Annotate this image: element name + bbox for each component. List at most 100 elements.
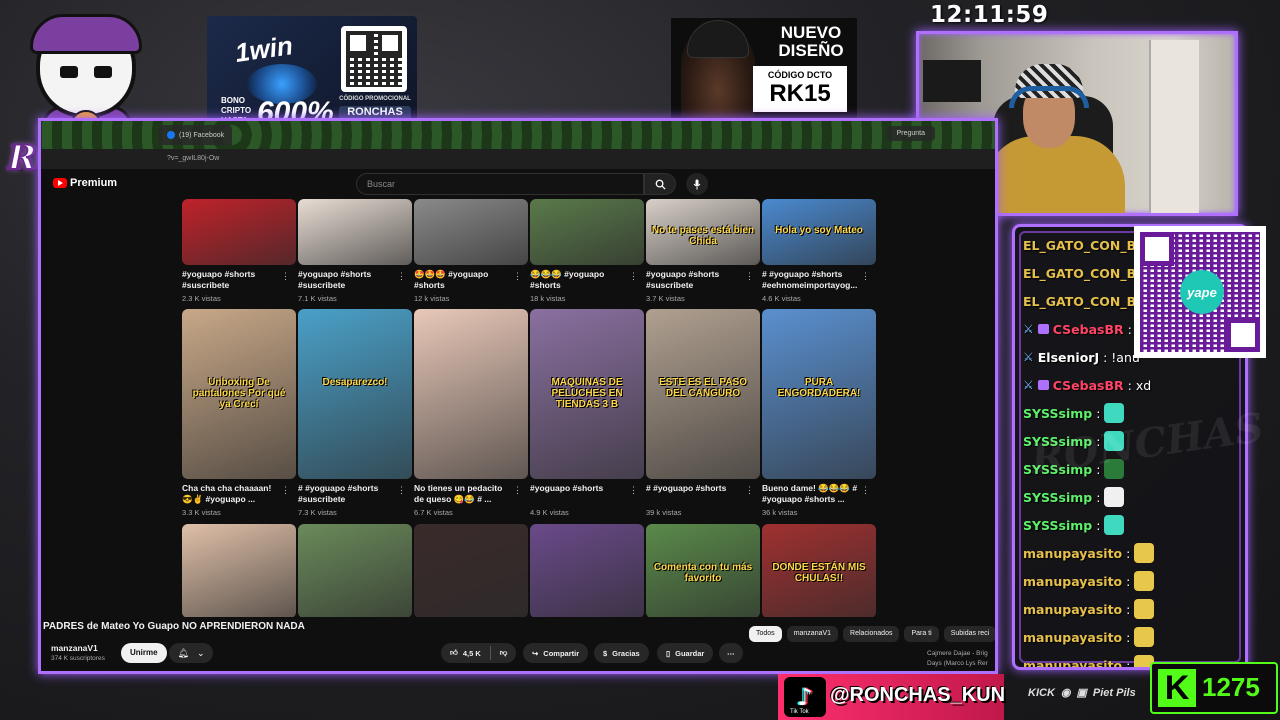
- like-button[interactable]: 👍︎ 4,5 K 👎︎: [441, 643, 517, 663]
- thumbnail-overlay-text: PURA ENGORDADERA!: [777, 377, 861, 399]
- more-options-icon[interactable]: ⋮: [281, 271, 290, 282]
- social-other-text: Piet Pils: [1092, 686, 1136, 699]
- more-options-icon[interactable]: ⋮: [629, 271, 638, 282]
- filter-chip[interactable]: Todos: [749, 626, 782, 642]
- more-options-icon[interactable]: ⋮: [397, 485, 406, 496]
- short-card[interactable]: [298, 524, 412, 617]
- short-title[interactable]: # #yoguapo #shorts #eehnomeimportayog...: [762, 269, 862, 291]
- chat-username[interactable]: CSebasBR: [1053, 378, 1124, 393]
- mic-icon: [693, 179, 701, 189]
- filter-chip[interactable]: manzanaV1: [786, 626, 839, 642]
- short-card[interactable]: No te pases está bien Chida #yoguapo #sho…: [646, 199, 760, 303]
- logo-cap: [30, 14, 142, 54]
- short-card[interactable]: Unboxing De pantalones Por qué ya Crecí C…: [182, 309, 296, 517]
- chat-username[interactable]: manupayasito: [1023, 658, 1122, 668]
- chat-username[interactable]: manupayasito: [1023, 602, 1122, 617]
- short-card[interactable]: Hola yo soy Mateo # #yoguapo #shorts #eeh…: [762, 199, 876, 303]
- short-title[interactable]: # #yoguapo #shorts #suscribete: [298, 483, 398, 505]
- short-thumbnail[interactable]: Hola yo soy Mateo: [762, 199, 876, 265]
- short-thumbnail[interactable]: Unboxing De pantalones Por qué ya Crecí: [182, 309, 296, 479]
- more-options-icon[interactable]: ⋮: [397, 271, 406, 282]
- short-thumbnail[interactable]: ESTE ES EL PASO DEL CANGURO: [646, 309, 760, 479]
- search-input[interactable]: Buscar: [356, 173, 644, 195]
- short-title[interactable]: # #yoguapo #shorts: [646, 483, 746, 505]
- short-card[interactable]: [182, 524, 296, 617]
- address-bar[interactable]: ?v=_gwIL80j-Ow: [41, 149, 995, 169]
- short-title[interactable]: Bueno dame! 😂😂😂 # #yoguapo #shorts ...: [762, 483, 862, 505]
- more-options-icon[interactable]: ⋮: [513, 485, 522, 496]
- chat-username[interactable]: SYSSsimp: [1023, 406, 1092, 421]
- thanks-button[interactable]: $ Gracias: [594, 643, 649, 663]
- short-thumbnail[interactable]: PURA ENGORDADERA!: [762, 309, 876, 479]
- short-card[interactable]: DONDE ESTÁN MIS CHULAS!!: [762, 524, 876, 617]
- short-card[interactable]: 🤩🤩🤩 #yoguapo #shorts ⋮ 12 k vistas: [414, 199, 528, 303]
- browser-tab-facebook[interactable]: (19) Facebook: [159, 125, 233, 145]
- share-button[interactable]: ↪ Compartir: [523, 643, 589, 663]
- chat-username[interactable]: EL_GATO_CON_BO: [1023, 266, 1147, 281]
- youtube-logo[interactable]: Premium: [53, 177, 117, 189]
- short-card[interactable]: No tienes un pedacito de queso 😋😂 # ... ⋮…: [414, 309, 528, 517]
- short-thumbnail[interactable]: [414, 524, 528, 617]
- chat-username[interactable]: EL_GATO_CON_BO: [1023, 238, 1147, 253]
- short-thumbnail[interactable]: No te pases está bien Chida: [646, 199, 760, 265]
- short-card[interactable]: Comenta con tu más favorito: [646, 524, 760, 617]
- chat-username[interactable]: manupayasito: [1023, 630, 1122, 645]
- search-button[interactable]: [644, 173, 676, 195]
- more-options-icon[interactable]: ⋮: [861, 271, 870, 282]
- more-button[interactable]: ⋯: [719, 643, 743, 663]
- channel-name[interactable]: manzanaV1: [51, 643, 98, 653]
- short-card[interactable]: #yoguapo #shorts #suscribete ⋮ 7.1 K vista…: [298, 199, 412, 303]
- chat-username[interactable]: manupayasito: [1023, 546, 1122, 561]
- short-thumbnail[interactable]: DONDE ESTÁN MIS CHULAS!!: [762, 524, 876, 617]
- filter-chip[interactable]: Relacionados: [843, 626, 900, 642]
- chat-username[interactable]: SYSSsimp: [1023, 518, 1092, 533]
- short-title[interactable]: 🤩🤩🤩 #yoguapo #shorts: [414, 269, 514, 291]
- thumbnail-overlay-text: Desaparezco!: [322, 377, 388, 388]
- short-title[interactable]: Cha cha cha chaaaan! 😎✌️ #yoguapo ...: [182, 483, 282, 505]
- short-thumbnail[interactable]: [182, 199, 296, 265]
- short-title[interactable]: #yoguapo #shorts #suscribete: [182, 269, 282, 291]
- more-options-icon[interactable]: ⋮: [745, 271, 754, 282]
- filter-chip[interactable]: Para ti: [904, 626, 939, 642]
- voice-search-button[interactable]: [686, 173, 708, 195]
- short-thumbnail[interactable]: [414, 309, 528, 479]
- short-card[interactable]: Desaparezco! # #yoguapo #shorts #suscribe…: [298, 309, 412, 517]
- chat-username[interactable]: ElseniorJ: [1038, 350, 1099, 365]
- short-thumbnail[interactable]: [414, 199, 528, 265]
- short-card[interactable]: 😂😂😂 #yoguapo #shorts ⋮ 18 k vistas: [530, 199, 644, 303]
- short-thumbnail[interactable]: [298, 199, 412, 265]
- chat-username[interactable]: manupayasito: [1023, 574, 1122, 589]
- more-options-icon[interactable]: ⋮: [281, 485, 290, 496]
- more-options-icon[interactable]: ⋮: [513, 271, 522, 282]
- short-thumbnail[interactable]: MAQUINAS DE PELUCHES EN TIENDAS 3 B: [530, 309, 644, 479]
- notifications-button[interactable]: 🔔︎ ⌄: [169, 643, 213, 663]
- short-card[interactable]: [530, 524, 644, 617]
- short-card[interactable]: MAQUINAS DE PELUCHES EN TIENDAS 3 B #yogu…: [530, 309, 644, 517]
- short-thumbnail[interactable]: [298, 524, 412, 617]
- short-card[interactable]: #yoguapo #shorts #suscribete ⋮ 2.3 K vista…: [182, 199, 296, 303]
- more-options-icon[interactable]: ⋮: [745, 485, 754, 496]
- short-title[interactable]: 😂😂😂 #yoguapo #shorts: [530, 269, 630, 291]
- chat-username[interactable]: CSebasBR: [1053, 322, 1124, 337]
- short-title[interactable]: #yoguapo #shorts #suscribete: [298, 269, 398, 291]
- short-title[interactable]: #yoguapo #shorts: [530, 483, 630, 505]
- short-title[interactable]: #yoguapo #shorts #suscribete: [646, 269, 746, 291]
- side-video[interactable]: Cajmere Dajae - Brig Days (Marco Lys Rer: [927, 649, 988, 669]
- short-thumbnail[interactable]: Desaparezco!: [298, 309, 412, 479]
- short-thumbnail[interactable]: [530, 199, 644, 265]
- chat-username[interactable]: SYSSsimp: [1023, 490, 1092, 505]
- more-options-icon[interactable]: ⋮: [861, 485, 870, 496]
- short-card[interactable]: [414, 524, 528, 617]
- filter-chip[interactable]: Subidas reci: [943, 626, 995, 642]
- short-card[interactable]: ESTE ES EL PASO DEL CANGURO # #yoguapo #s…: [646, 309, 760, 517]
- join-button[interactable]: Unirme: [121, 643, 167, 663]
- chat-username[interactable]: EL_GATO_CON_BO: [1023, 294, 1147, 309]
- short-thumbnail[interactable]: [182, 524, 296, 617]
- short-card[interactable]: PURA ENGORDADERA! Bueno dame! 😂😂😂 # #yogu…: [762, 309, 876, 517]
- short-thumbnail[interactable]: [530, 524, 644, 617]
- more-options-icon[interactable]: ⋮: [629, 485, 638, 496]
- short-thumbnail[interactable]: Comenta con tu más favorito: [646, 524, 760, 617]
- browser-tab-right[interactable]: Pregunta: [886, 126, 935, 141]
- short-title[interactable]: No tienes un pedacito de queso 😋😂 # ...: [414, 483, 514, 505]
- save-button[interactable]: ▯ Guardar: [657, 643, 714, 663]
